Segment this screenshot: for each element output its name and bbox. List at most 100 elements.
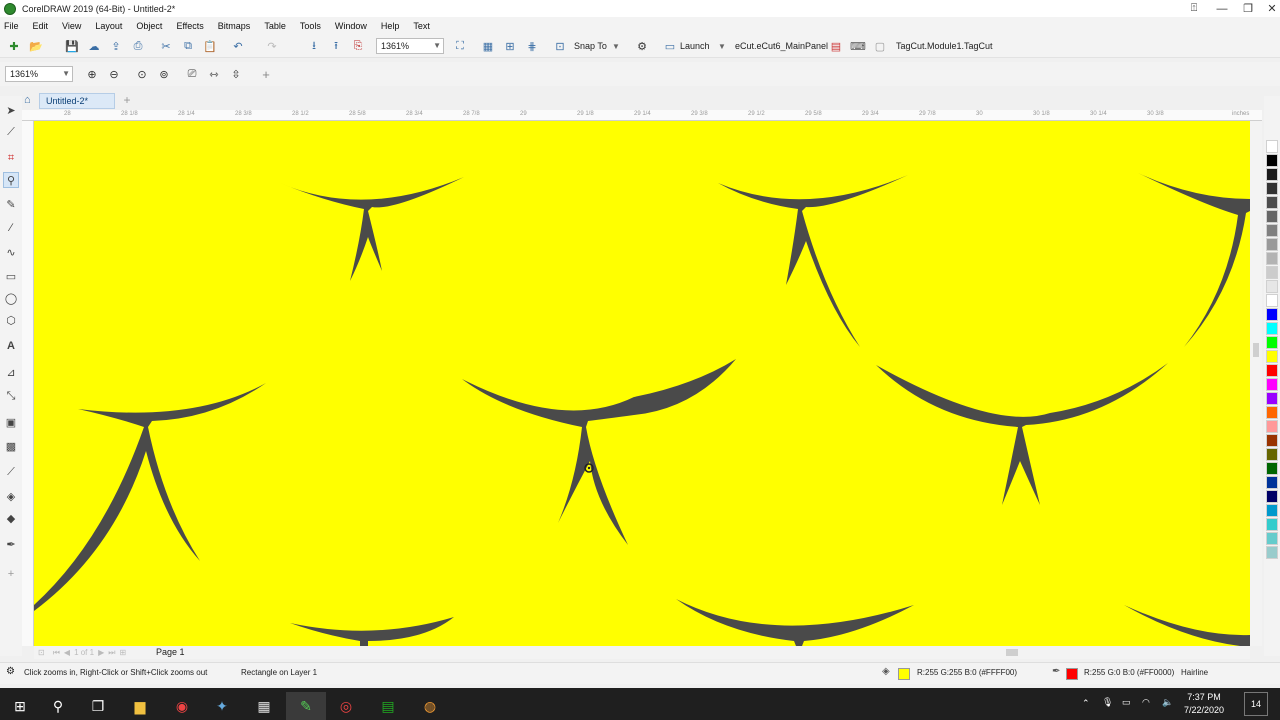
excel-icon[interactable]: ▤ [368, 692, 408, 720]
vertical-scroll-thumb[interactable] [1253, 343, 1259, 357]
undo-icon[interactable]: ↶ [230, 38, 246, 54]
palette-swatch[interactable] [1266, 406, 1278, 419]
zoom-height-icon[interactable]: ⇳ [228, 66, 244, 82]
palette-swatch[interactable] [1266, 224, 1278, 237]
tagcut-icon[interactable]: ▢ [872, 38, 888, 54]
property-zoom-combo[interactable]: 1361% ▼ [5, 66, 73, 82]
launch-label[interactable]: Launch [680, 38, 710, 54]
palette-swatch[interactable] [1266, 168, 1278, 181]
rectangle-tool-icon[interactable]: ▭ [3, 268, 19, 284]
zoom-all-objects-icon[interactable]: ⊚ [156, 66, 172, 82]
text-tool-icon[interactable]: A [3, 338, 19, 354]
pick-tool-icon[interactable]: ➤ [3, 102, 19, 118]
previous-page-icon[interactable]: ◀ [64, 648, 70, 657]
task-view-icon[interactable]: ❐ [78, 692, 118, 720]
new-tab-icon[interactable]: + [120, 93, 134, 107]
palette-swatch[interactable] [1266, 210, 1278, 223]
palette-swatch[interactable] [1266, 462, 1278, 475]
launch-dropdown-icon[interactable]: ▼ [714, 38, 730, 54]
dimension-tool-icon[interactable]: ⊿ [3, 364, 19, 380]
grid-icon[interactable]: ⊞ [502, 38, 518, 54]
zoom-in-icon[interactable]: ⊕ [84, 66, 100, 82]
tagcut-module-label[interactable]: TagCut.Module1.TagCut [896, 38, 993, 54]
outline-color-swatch[interactable] [1066, 668, 1078, 680]
menu-window[interactable]: Window [335, 21, 367, 31]
screen-recorder-icon[interactable]: ◉ [162, 692, 202, 720]
menu-file[interactable]: File [4, 21, 19, 31]
file-explorer-icon[interactable]: ▆ [120, 692, 160, 720]
keyboard-icon[interactable]: ⌨ [850, 38, 866, 54]
menu-effects[interactable]: Effects [176, 21, 203, 31]
redo-icon[interactable]: ↷ [264, 38, 280, 54]
freehand-tool-icon[interactable]: ✎ [3, 196, 19, 212]
page-options-icon[interactable]: ⊡ [38, 648, 45, 657]
palette-swatch[interactable] [1266, 154, 1278, 167]
palette-swatch[interactable] [1266, 294, 1278, 307]
ecut-icon[interactable]: ▤ [828, 38, 844, 54]
shape-tool-icon[interactable]: ⟋ [3, 124, 19, 140]
battery-icon[interactable]: ▭ [1122, 697, 1131, 708]
outline-pen-icon[interactable]: ✒ [3, 536, 19, 552]
palette-swatch[interactable] [1266, 364, 1278, 377]
chrome-icon[interactable]: ◍ [410, 692, 450, 720]
add-page-icon[interactable]: ⊞ [119, 648, 126, 657]
menu-table[interactable]: Table [264, 21, 286, 31]
options-gear-icon[interactable]: ⚙ [634, 38, 650, 54]
palette-swatch[interactable] [1266, 350, 1278, 363]
drawing-canvas[interactable] [34, 121, 1250, 646]
palette-swatch[interactable] [1266, 448, 1278, 461]
menu-layout[interactable]: Layout [95, 21, 122, 31]
menu-help[interactable]: Help [381, 21, 400, 31]
new-document-icon[interactable]: ✚ [6, 38, 22, 54]
snap-to-label[interactable]: Snap To [574, 38, 607, 54]
open-icon[interactable]: 📂 [28, 38, 44, 54]
clock-date[interactable]: 7/22/2020 [1180, 705, 1228, 715]
clock-time[interactable]: 7:37 PM [1180, 692, 1228, 702]
microphone-icon[interactable]: 🎙 [1102, 697, 1113, 708]
app-icon-3[interactable]: ▦ [244, 692, 284, 720]
horizontal-scroll-thumb[interactable] [1006, 649, 1018, 656]
notification-center-icon[interactable]: 14 [1244, 692, 1268, 716]
cut-icon[interactable]: ✂ [158, 38, 174, 54]
zoom-tool-icon[interactable]: ⚲ [3, 172, 19, 188]
palette-swatch[interactable] [1266, 196, 1278, 209]
zoom-level-combo[interactable]: 1361% ▼ [376, 38, 444, 54]
palette-swatch[interactable] [1266, 140, 1278, 153]
menu-edit[interactable]: Edit [33, 21, 49, 31]
paste-icon[interactable]: 📋 [202, 38, 218, 54]
palette-swatch[interactable] [1266, 322, 1278, 335]
tray-chevron-icon[interactable]: ⌃ [1082, 698, 1090, 709]
close-button[interactable]: ✕ [1258, 0, 1280, 17]
smart-fill-icon[interactable]: ◆ [3, 510, 19, 526]
save-icon[interactable]: 💾 [64, 38, 80, 54]
horizontal-scrollbar[interactable] [34, 646, 1250, 659]
horizontal-ruler[interactable]: 28 28 1/8 28 1/4 28 3/8 28 1/2 28 5/8 28 3/4 28… [22, 110, 1262, 121]
page-1-tab[interactable]: Page 1 [150, 646, 191, 659]
minimize-button[interactable]: — [1208, 0, 1236, 17]
zoom-width-icon[interactable]: ⇿ [206, 66, 222, 82]
app-icon-5[interactable]: ◎ [326, 692, 366, 720]
rulers-icon[interactable]: ▦ [480, 38, 496, 54]
account-icon[interactable]: ⍐ [1180, 0, 1208, 17]
copy-icon[interactable]: ⧉ [180, 38, 196, 54]
status-gear-icon[interactable]: ⚙ [6, 666, 15, 677]
palette-swatch[interactable] [1266, 336, 1278, 349]
palette-swatch[interactable] [1266, 546, 1278, 559]
palette-swatch[interactable] [1266, 434, 1278, 447]
drop-shadow-tool-icon[interactable]: ▣ [3, 414, 19, 430]
palette-swatch[interactable] [1266, 532, 1278, 545]
palette-swatch[interactable] [1266, 280, 1278, 293]
palette-swatch[interactable] [1266, 252, 1278, 265]
fill-color-swatch[interactable] [898, 668, 910, 680]
app-icon-2[interactable]: ✦ [202, 692, 242, 720]
eyedropper-tool-icon[interactable]: ⟋ [3, 464, 19, 480]
palette-swatch[interactable] [1266, 378, 1278, 391]
guidelines-icon[interactable]: ⋕ [524, 38, 540, 54]
coreldraw-taskbar-icon[interactable]: ✎ [286, 692, 326, 720]
palette-swatch[interactable] [1266, 308, 1278, 321]
upload-icon[interactable]: ⇪ [108, 38, 124, 54]
artistic-media-icon[interactable]: ∕ [3, 220, 19, 236]
snap-dropdown-icon[interactable]: ▼ [608, 38, 624, 54]
connector-tool-icon[interactable]: ⤡ [3, 388, 19, 404]
home-icon[interactable]: ⌂ [24, 94, 38, 108]
